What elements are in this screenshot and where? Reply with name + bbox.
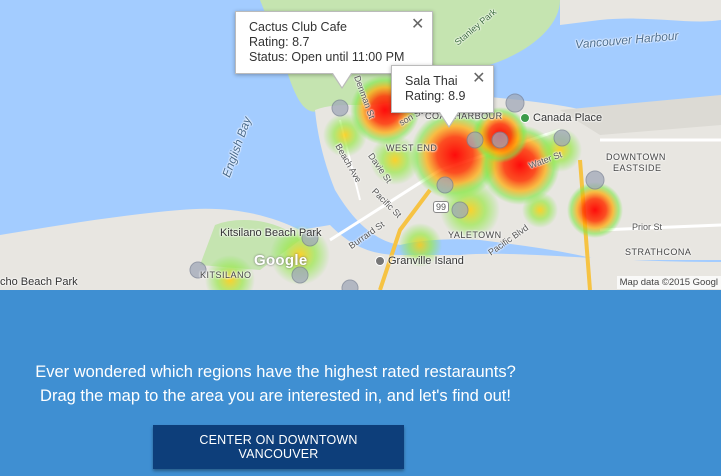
label-west-end: WEST END (386, 143, 438, 153)
restaurant-name: Sala Thai (405, 74, 458, 88)
info-window-tail (333, 73, 351, 87)
poi-icon (375, 256, 385, 267)
close-icon[interactable]: ✕ (411, 17, 424, 33)
google-logo: Google (254, 252, 308, 269)
map[interactable]: Vancouver Harbour English Bay Stanley Pa… (0, 0, 721, 290)
map-attribution[interactable]: Map data ©2015 Googl (616, 276, 721, 289)
route-99-shield: 99 (433, 201, 450, 213)
intro-line-2: Drag the map to the area you are interes… (40, 387, 511, 405)
poi-icon (520, 113, 530, 124)
label-downtown: DOWNTOWN (606, 152, 666, 162)
north-shore-land (560, 0, 721, 25)
center-on-downtown-button[interactable]: CENTER ON DOWNTOWN VANCOUVER (153, 425, 404, 469)
label-strathcona: STRATHCONA (625, 247, 692, 257)
label-granville-island: Granville Island (375, 255, 464, 267)
label-beach-park: cho Beach Park (0, 276, 78, 288)
restaurant-name: Cactus Club Cafe (249, 20, 347, 34)
intro-text: Ever wondered which regions have the hig… (0, 360, 551, 408)
restaurant-status: Status: Open until 11:00 PM (249, 50, 405, 64)
label-yaletown: YALETOWN (448, 230, 502, 240)
restaurant-rating: Rating: 8.7 (249, 35, 310, 49)
label-eastside: EASTSIDE (613, 163, 662, 173)
info-window-tail (440, 112, 458, 126)
label-prior-st: Prior St (632, 222, 663, 232)
label-canada-place: Canada Place (520, 112, 602, 124)
label-kitsilano: KITSILANO (200, 270, 252, 280)
close-icon[interactable]: ✕ (472, 71, 485, 87)
intro-line-1: Ever wondered which regions have the hig… (35, 363, 516, 381)
label-kitsilano-beach-park: Kitsilano Beach Park (220, 227, 322, 239)
restaurant-rating: Rating: 8.9 (405, 89, 466, 103)
info-window-sala-thai: Sala Thai Rating: 8.9 ✕ (391, 65, 495, 128)
